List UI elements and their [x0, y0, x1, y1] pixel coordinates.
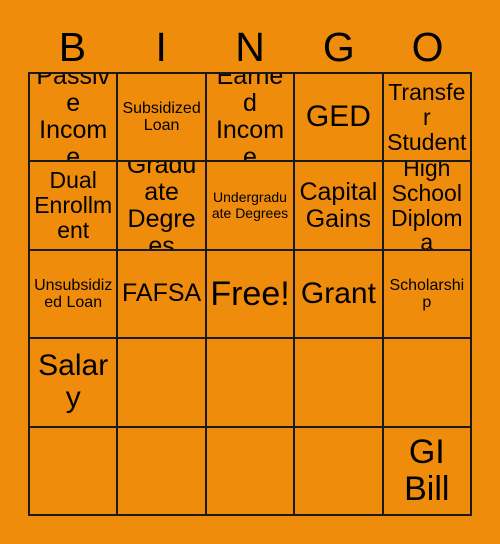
bingo-cell-r4c5[interactable]	[383, 339, 472, 428]
bingo-cell-r5c5[interactable]: GI Bill	[383, 427, 472, 516]
bingo-cell-r2c4[interactable]: Capital Gains	[295, 162, 384, 251]
bingo-cell-r4c1[interactable]: Salary	[30, 339, 119, 428]
bingo-cell-label: Passive Income	[36, 74, 111, 163]
bingo-header-letter-i: I	[155, 23, 167, 70]
bingo-header: B I N G O	[28, 22, 472, 72]
bingo-cell-r1c5[interactable]: Transfer Student	[383, 74, 472, 163]
bingo-cell-r1c2[interactable]: Subsidized Loan	[118, 74, 207, 163]
bingo-cell-label: GED	[305, 100, 371, 133]
bingo-cell-label: Capital Gains	[299, 177, 378, 233]
bingo-cell-label: GI Bill	[404, 433, 450, 508]
bingo-cell-label: High School Diploma	[391, 162, 463, 251]
bingo-header-letter-o: O	[411, 23, 444, 70]
bingo-cell-label: Undergraduate Degrees	[211, 189, 289, 221]
bingo-cell-label: Scholarship	[389, 276, 465, 311]
bingo-cell-r1c4[interactable]: GED	[295, 74, 384, 163]
bingo-cell-label: Free!	[210, 274, 290, 313]
bingo-cell-r5c2[interactable]	[118, 427, 207, 516]
bingo-cell-r5c4[interactable]	[295, 427, 384, 516]
bingo-cell-r2c1[interactable]: Dual Enrollment	[30, 162, 119, 251]
bingo-cell-label: Salary	[38, 349, 109, 415]
bingo-cell-r2c2[interactable]: Graduate Degrees	[118, 162, 207, 251]
bingo-cell-r3c4[interactable]: Grant	[295, 250, 384, 340]
bingo-cell-label: Earned Income	[215, 74, 285, 163]
bingo-cell-label: Unsubsidized Loan	[34, 276, 113, 311]
bingo-cell-r3c3[interactable]: Free!	[206, 250, 296, 340]
bingo-cell-r5c3[interactable]	[206, 427, 296, 516]
bingo-card: B I N G O Passive Income Subsidized Loan E…	[0, 0, 500, 544]
bingo-header-letter-g: G	[322, 23, 355, 70]
bingo-cell-r2c5[interactable]: High School Diploma	[383, 162, 472, 251]
bingo-cell-r5c1[interactable]	[30, 427, 119, 516]
bingo-cell-r4c3[interactable]	[206, 339, 296, 428]
bingo-cell-label: FAFSA	[122, 279, 202, 308]
bingo-cell-label: Dual Enrollment	[34, 167, 113, 243]
bingo-cell-r3c5[interactable]: Scholarship	[383, 250, 472, 340]
bingo-cell-label: Graduate Degrees	[126, 162, 197, 251]
bingo-grid: Passive Income Subsidized Loan Earned Inco…	[28, 72, 472, 516]
bingo-header-letter-b: B	[58, 23, 87, 70]
bingo-cell-r2c3[interactable]: Undergraduate Degrees	[206, 162, 296, 251]
bingo-cell-label: Subsidized Loan	[122, 99, 201, 135]
bingo-header-letter-n: N	[235, 23, 265, 70]
bingo-cell-r4c2[interactable]	[118, 339, 207, 428]
bingo-cell-r4c4[interactable]	[295, 339, 384, 428]
bingo-cell-r1c1[interactable]: Passive Income	[30, 74, 119, 163]
bingo-cell-label: Grant	[300, 276, 376, 310]
bingo-cell-label: Transfer Student	[387, 78, 467, 155]
bingo-cell-r1c3[interactable]: Earned Income	[206, 74, 296, 163]
bingo-cell-r3c1[interactable]: Unsubsidized Loan	[30, 250, 119, 340]
bingo-cell-r3c2[interactable]: FAFSA	[118, 250, 207, 340]
